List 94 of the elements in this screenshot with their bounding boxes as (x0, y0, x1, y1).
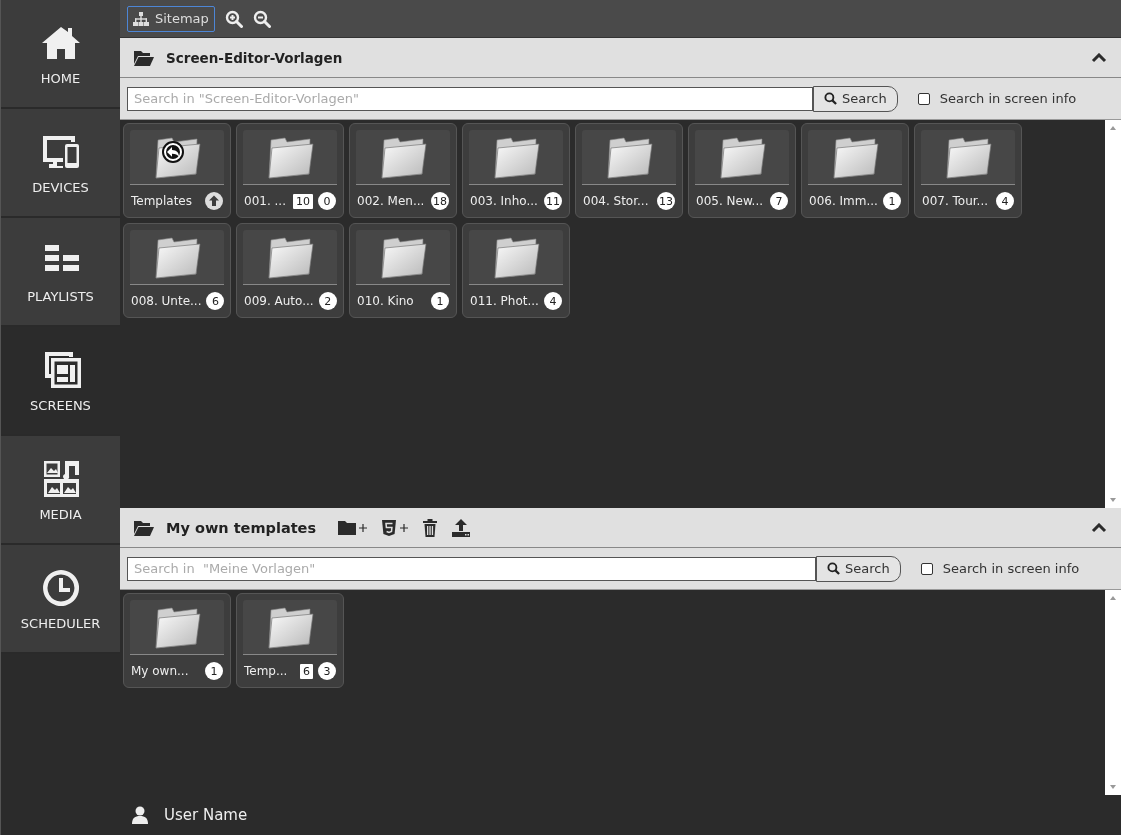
folder-tile[interactable]: Temp... 6 3 (236, 593, 344, 688)
panel-title: My own templates (166, 519, 317, 536)
nav-item[interactable]: SCHEDULER (1, 545, 120, 654)
folder-icon (604, 134, 654, 180)
scroll-up-icon[interactable] (1109, 595, 1117, 601)
scroll-up-icon[interactable] (1109, 125, 1117, 131)
folder-icon (943, 134, 993, 180)
folder-icon (152, 604, 202, 650)
folder-icon (491, 234, 541, 280)
folder-tile[interactable]: My own... 1 (123, 593, 231, 688)
item-count: 6 (206, 292, 225, 310)
item-count: 13 (657, 192, 675, 210)
search-button[interactable]: Search (816, 555, 901, 582)
scrollbar[interactable] (1105, 120, 1121, 508)
folder-tile[interactable]: 002. Men... 18 (349, 123, 457, 218)
collapse-chevron-icon[interactable] (1091, 522, 1107, 533)
nav-item[interactable]: HOME (1, 0, 120, 109)
folder-tile[interactable]: 008. Unte... 6 (123, 223, 231, 318)
sitemap-icon (133, 11, 149, 26)
nav-item[interactable]: PLAYLISTS (1, 218, 120, 327)
folder-tile[interactable]: 006. Imm... 1 (801, 123, 909, 218)
folder-tile[interactable]: 007. Tour... 4 (914, 123, 1022, 218)
item-count: 4 (996, 192, 1014, 210)
new-folder-icon[interactable] (338, 518, 369, 537)
item-count: 1 (431, 292, 449, 310)
zoom-in-icon[interactable] (224, 9, 243, 28)
folder-icon (265, 234, 315, 280)
folder-icon (152, 234, 202, 280)
item-count: 4 (544, 292, 562, 310)
folder-tile[interactable]: 010. Kino 1 (349, 223, 457, 318)
folder-tile[interactable]: 011. Phot... 4 (462, 223, 570, 318)
open-folder-icon (134, 49, 154, 66)
folder-icon (491, 134, 541, 180)
panel-title: Screen-Editor-Vorlagen (166, 49, 343, 66)
item-count: 3 (318, 662, 336, 680)
item-count: 0 (318, 192, 336, 210)
zoom-out-icon[interactable] (252, 9, 271, 28)
nav-item[interactable]: MEDIA (1, 436, 120, 545)
search-field[interactable]: Search in "Meine Vorlagen" (127, 556, 816, 581)
scrollbar[interactable] (1105, 590, 1121, 795)
item-count: 7 (770, 192, 788, 210)
folder-name: 005. New... (696, 194, 765, 208)
search-icon (824, 92, 837, 105)
folder-tile[interactable]: 009. Auto... 2 (236, 223, 344, 318)
user-name: User Name (164, 806, 248, 824)
folder-icon (265, 134, 315, 180)
folder-name: Templates (131, 194, 193, 208)
folder-icon (830, 134, 880, 180)
user-icon (132, 806, 148, 824)
folder-name: 006. Imm... (809, 194, 878, 208)
folder-icon (717, 134, 767, 180)
folder-name: 003. Inho... (470, 194, 539, 208)
folder-name: 002. Men... (357, 194, 426, 208)
subfolder-count: 10 (293, 193, 313, 209)
item-count: 11 (544, 192, 562, 210)
search-button[interactable]: Search (813, 85, 898, 112)
folder-name: Temp... (244, 664, 289, 678)
item-count: 1 (883, 192, 901, 210)
html5-add-icon[interactable] (381, 518, 410, 537)
collapse-chevron-icon[interactable] (1091, 52, 1107, 63)
folder-icon (378, 234, 428, 280)
item-count: 2 (318, 292, 337, 310)
scroll-down-icon[interactable] (1109, 497, 1117, 503)
folder-name: 009. Auto... (244, 294, 314, 308)
trash-icon[interactable] (422, 518, 439, 537)
upload-icon[interactable] (451, 518, 472, 537)
folder-tile[interactable]: 004. Stor... 13 (575, 123, 683, 218)
folder-name: 011. Phot... (470, 294, 539, 308)
folder-name: 001. ... (244, 194, 287, 208)
search-field[interactable]: Search in "Screen-Editor-Vorlagen" (127, 86, 813, 111)
folder-name: 007. Tour... (922, 194, 990, 208)
folder-name: 010. Kino (357, 294, 415, 308)
folder-tile[interactable]: 005. New... 7 (688, 123, 796, 218)
subfolder-count: 6 (300, 663, 313, 679)
folder-name: 004. Stor... (583, 194, 650, 208)
checkbox[interactable] (917, 92, 930, 105)
item-count: 18 (431, 192, 449, 210)
folder-tile[interactable]: 003. Inho... 11 (462, 123, 570, 218)
folder-icon (378, 134, 428, 180)
sitemap-button[interactable]: Sitemap (127, 5, 215, 32)
folder-tile[interactable]: 001. ... 10 0 (236, 123, 344, 218)
folder-tile[interactable]: Templates (123, 123, 231, 218)
checkbox-label: Search in screen info (939, 91, 1077, 106)
search-icon (827, 562, 840, 575)
checkbox-label: Search in screen info (942, 561, 1080, 576)
folder-icon (265, 604, 315, 650)
folder-name: 008. Unte... (131, 294, 202, 308)
folder-icon (152, 134, 202, 180)
open-folder-icon (134, 519, 154, 536)
checkbox[interactable] (920, 562, 933, 575)
folder-name: My own... (131, 664, 190, 678)
item-count: 1 (205, 662, 223, 680)
nav-item[interactable]: DEVICES (1, 109, 120, 218)
scroll-down-icon[interactable] (1109, 784, 1117, 790)
